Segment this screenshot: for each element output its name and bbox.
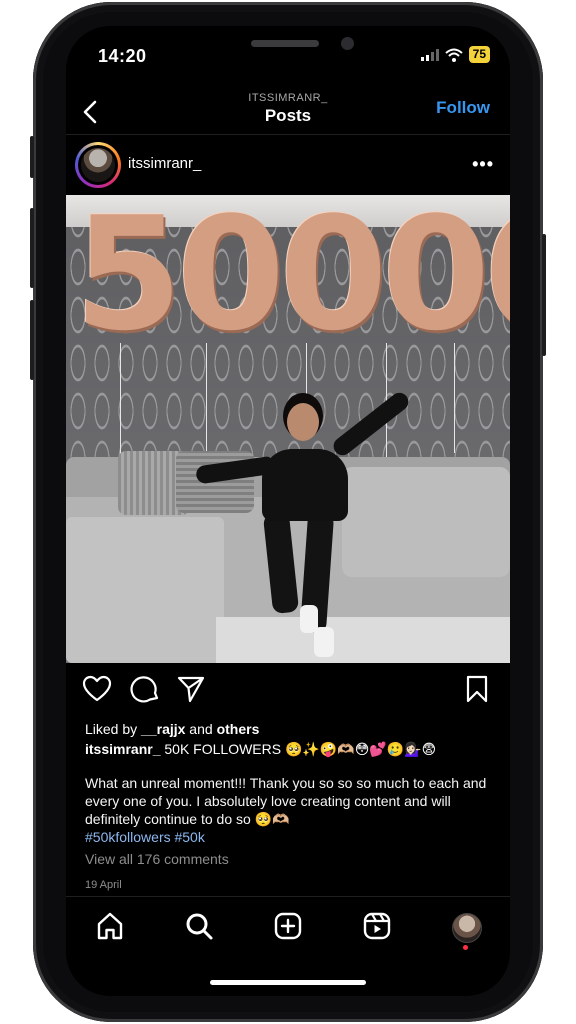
bottom-tab-bar [66, 896, 510, 950]
avatar [81, 148, 115, 182]
speaker [251, 40, 319, 47]
likes-line: Liked by __rajjx and others [85, 720, 495, 738]
more-horizontal-icon[interactable]: ••• [472, 154, 494, 175]
view-comments-link[interactable]: View all 176 comments [85, 850, 495, 868]
post-actions [66, 674, 510, 708]
follow-button[interactable]: Follow [436, 98, 490, 118]
post-header: ITSSIMRANR_ Posts Follow [66, 92, 510, 136]
reels-icon[interactable] [362, 911, 392, 941]
post-author-row: itssimranr_ ••• [66, 136, 510, 194]
caption-body: What an unreal moment!!! Thank you so so… [85, 775, 487, 827]
send-icon[interactable] [176, 674, 206, 704]
comment-icon[interactable] [130, 674, 160, 704]
heart-icon[interactable] [82, 674, 112, 704]
mute-switch [30, 136, 34, 178]
sofa-right-section [342, 467, 510, 577]
sofa-chaise [66, 517, 224, 663]
carpet [216, 617, 510, 663]
number-balloons: 50000 [74, 195, 510, 365]
battery-indicator: 75 [468, 46, 490, 63]
volume-down-button [30, 300, 34, 380]
power-button [542, 234, 546, 356]
post-photo[interactable]: 50000 [66, 195, 510, 663]
phone-screen: 14:20 75 ITSSIMRANR_ Posts Follow itssim… [66, 26, 510, 996]
avatar-border [78, 145, 118, 185]
likes-others[interactable]: others [217, 721, 260, 737]
notch [161, 26, 415, 66]
hashtags[interactable]: #50kfollowers #50k [85, 828, 495, 846]
home-indicator[interactable] [210, 980, 366, 985]
notification-dot [463, 945, 468, 950]
caption-title: 50K FOLLOWERS 🥺✨🤪🫶🏼😳💕🥲💁🏻‍♀️😨 [160, 741, 437, 757]
caption-username[interactable]: itssimranr_ [85, 741, 160, 757]
status-time: 14:20 [98, 46, 147, 66]
post-caption: Liked by __rajjx and others itssimranr_ … [85, 720, 495, 894]
post-date: 19 April [85, 879, 122, 891]
front-camera [341, 37, 354, 50]
bookmark-icon[interactable] [462, 674, 492, 704]
person-body [262, 449, 348, 521]
profile-avatar-tab[interactable] [452, 913, 482, 943]
likes-prefix: Liked by [85, 721, 142, 737]
likes-middle: and [185, 721, 217, 737]
sock [314, 627, 334, 657]
story-ring[interactable] [75, 142, 121, 188]
volume-up-button [30, 208, 34, 288]
wifi-icon [444, 48, 463, 62]
plus-square-icon[interactable] [273, 911, 303, 941]
header-divider [66, 134, 510, 135]
search-icon[interactable] [184, 911, 214, 941]
caption-title-line: itssimranr_ 50K FOLLOWERS 🥺✨🤪🫶🏼😳💕🥲💁🏻‍♀️😨 [85, 740, 495, 758]
signal-icon [420, 48, 439, 61]
post-username[interactable]: itssimranr_ [128, 155, 201, 172]
liked-by-user[interactable]: __rajjx [141, 721, 185, 737]
person-head [287, 403, 319, 441]
home-icon[interactable] [95, 911, 125, 941]
status-icons: 75 [420, 46, 490, 63]
